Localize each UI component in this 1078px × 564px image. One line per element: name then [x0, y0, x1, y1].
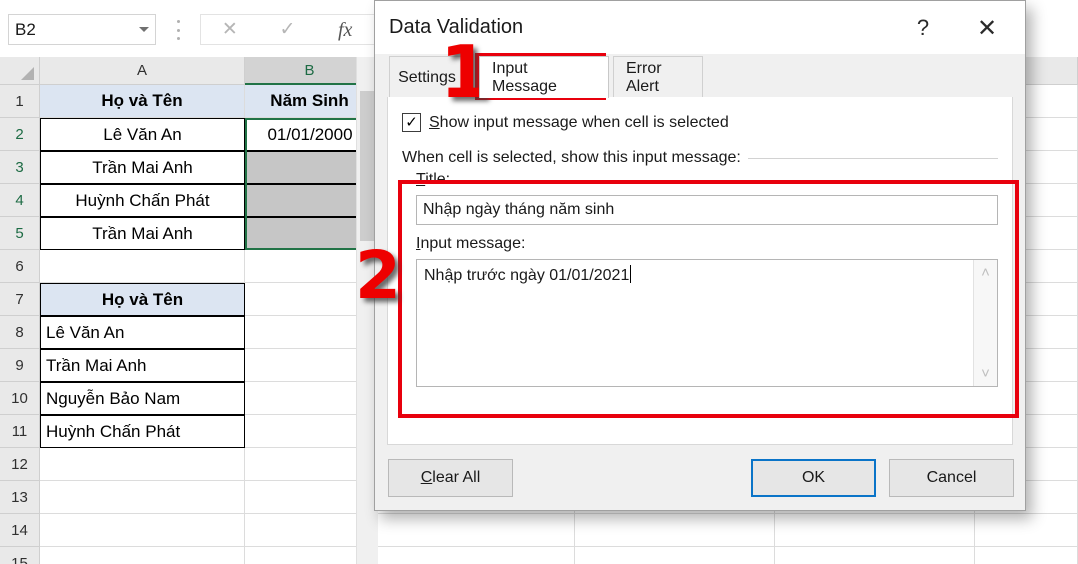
cell[interactable]	[375, 547, 575, 564]
check-icon: ✓	[405, 114, 418, 131]
dialog-body-panel: ✓ Show input message when cell is select…	[387, 97, 1013, 445]
input-message-value: Nhập trước ngày 01/01/2021	[424, 267, 630, 284]
row-header-5[interactable]: 5	[0, 217, 40, 250]
row-header-10[interactable]: 10	[0, 382, 40, 415]
input-message-group-label: When cell is selected, show this input m…	[402, 149, 748, 167]
text-caret	[630, 265, 632, 283]
clear-all-button[interactable]: Clear All	[388, 459, 513, 497]
tab-input-message-label: Input Message	[492, 59, 557, 95]
select-all-corner[interactable]	[0, 57, 40, 85]
tab-error-alert[interactable]: Error Alert	[613, 56, 703, 98]
row-header-14[interactable]: 14	[0, 514, 40, 547]
title-field-label: Title:	[416, 171, 450, 189]
row-header-12[interactable]: 12	[0, 448, 40, 481]
cell[interactable]: Họ và Tên	[40, 283, 245, 316]
title-input[interactable]	[416, 195, 998, 225]
row-header-1[interactable]: 1	[0, 85, 40, 118]
row-header-13[interactable]: 13	[0, 481, 40, 514]
cell[interactable]: Trần Mai Anh	[40, 349, 245, 382]
annotation-marker-2: 2	[355, 237, 401, 314]
name-box[interactable]: B2	[8, 14, 156, 45]
check-icon[interactable]: ✓	[259, 20, 317, 39]
cell[interactable]	[40, 481, 245, 514]
insert-function-icon[interactable]: fx	[316, 20, 374, 40]
row-header-7[interactable]: 7	[0, 283, 40, 316]
show-input-message-checkbox-row[interactable]: ✓ Show input message when cell is select…	[402, 113, 729, 132]
formula-bar-separator-icon	[176, 20, 180, 40]
cell[interactable]	[40, 250, 245, 283]
cell[interactable]	[575, 514, 775, 547]
column-header-a-label: A	[136, 62, 147, 79]
cell[interactable]	[775, 514, 975, 547]
message-label-rest: nput message:	[420, 235, 526, 252]
chevron-down-icon[interactable]	[139, 27, 149, 32]
cell[interactable]: Lê Văn An	[40, 118, 245, 151]
accel-letter: C	[420, 469, 433, 486]
cancel-button[interactable]: Cancel	[889, 459, 1014, 497]
cell[interactable]	[375, 514, 575, 547]
formula-bar[interactable]: ✕ ✓ fx	[200, 14, 375, 45]
input-message-field-label: Input message:	[416, 235, 525, 253]
cell[interactable]	[975, 547, 1078, 564]
column-header-a[interactable]: A	[40, 57, 245, 85]
ok-label: OK	[801, 469, 826, 486]
tab-error-alert-label: Error Alert	[626, 59, 662, 95]
checkbox-label-rest: how input message when cell is selected	[439, 113, 729, 131]
input-message-group: Title: Input message: Nhập trước ngày 01…	[402, 169, 998, 409]
clear-all-label: lear All	[432, 469, 481, 486]
row-header-4[interactable]: 4	[0, 184, 40, 217]
help-icon[interactable]: ?	[903, 11, 943, 45]
row-header-2[interactable]: 2	[0, 118, 40, 151]
row-header-8[interactable]: 8	[0, 316, 40, 349]
ok-button[interactable]: OK	[751, 459, 876, 497]
row-header-9[interactable]: 9	[0, 349, 40, 382]
show-input-message-label: Show input message when cell is selected	[429, 114, 729, 132]
close-icon[interactable]: ✕	[201, 20, 259, 39]
cell[interactable]	[775, 547, 975, 564]
triangle-icon	[21, 67, 34, 80]
scroll-down-icon[interactable]: ˅	[981, 365, 990, 382]
cell[interactable]: Trần Mai Anh	[40, 217, 245, 250]
cell[interactable]	[40, 547, 245, 564]
input-message-scrollbar[interactable]: ˄ ˅	[973, 260, 997, 386]
cell[interactable]: Trần Mai Anh	[40, 151, 245, 184]
cell[interactable]	[575, 547, 775, 564]
input-message-textarea[interactable]: Nhập trước ngày 01/01/2021	[417, 260, 973, 386]
title-label-rest: itle:	[425, 171, 451, 188]
cell[interactable]	[975, 514, 1078, 547]
cell[interactable]	[40, 514, 245, 547]
scroll-up-icon[interactable]: ˄	[981, 264, 990, 281]
row-header-15[interactable]: 15	[0, 547, 40, 564]
cell[interactable]	[40, 448, 245, 481]
cell[interactable]: Lê Văn An	[40, 316, 245, 349]
close-icon[interactable]: ✕	[965, 11, 1009, 45]
cell[interactable]: Huỳnh Chấn Phát	[40, 184, 245, 217]
row-header-6[interactable]: 6	[0, 250, 40, 283]
cancel-label: Cancel	[926, 469, 977, 486]
cell[interactable]: Huỳnh Chấn Phát	[40, 415, 245, 448]
tab-input-message[interactable]: Input Message	[479, 56, 609, 98]
input-message-textarea-wrapper[interactable]: Nhập trước ngày 01/01/2021 ˄ ˅	[416, 259, 998, 387]
cell[interactable]: Họ và Tên	[40, 85, 245, 118]
column-header-b-label: B	[304, 61, 315, 79]
cell[interactable]: Nguyễn Bảo Nam	[40, 382, 245, 415]
accel-letter: T	[416, 171, 426, 188]
row-header-11[interactable]: 11	[0, 415, 40, 448]
name-box-value: B2	[15, 19, 36, 39]
row-header-3[interactable]: 3	[0, 151, 40, 184]
show-input-message-checkbox[interactable]: ✓	[402, 113, 421, 132]
accel-letter: S	[429, 113, 440, 131]
